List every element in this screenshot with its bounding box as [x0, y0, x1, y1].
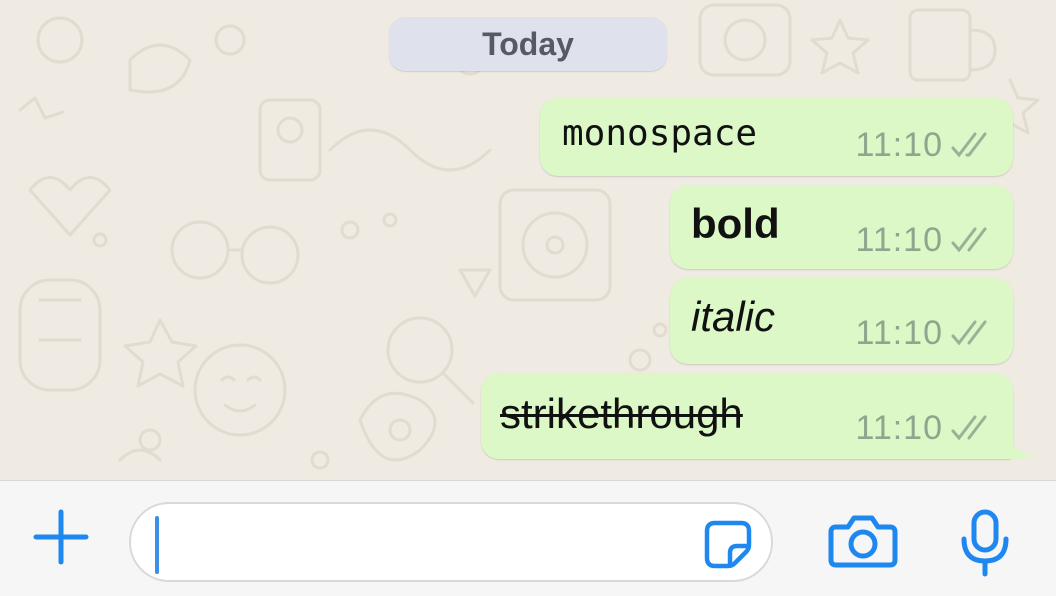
message-meta: 11:10: [855, 223, 995, 257]
sticker-icon[interactable]: [703, 519, 753, 569]
read-receipt-icon: [951, 415, 987, 441]
message-time: 11:10: [855, 126, 943, 164]
date-separator: Today: [389, 17, 667, 71]
composer-bar: [0, 480, 1056, 596]
message-meta: 11:10: [855, 316, 995, 350]
microphone-icon[interactable]: [960, 509, 1010, 577]
message-text: strikethrough: [500, 390, 743, 437]
message-time: 11:10: [855, 409, 943, 447]
read-receipt-icon: [951, 227, 987, 253]
text-caret: [155, 516, 159, 574]
message-bubble-italic[interactable]: italic 11:10: [670, 278, 1013, 364]
chat-area[interactable]: Today monospace 11:10 bold 11:10 italic …: [0, 0, 1056, 480]
message-meta: 11:10: [855, 411, 995, 445]
message-time: 11:10: [855, 314, 943, 352]
message-text: bold: [691, 200, 780, 247]
message-text: italic: [691, 293, 776, 340]
message-bubble-bold[interactable]: bold 11:10: [670, 185, 1013, 269]
message-input[interactable]: [129, 502, 773, 582]
message-bubble-monospace[interactable]: monospace 11:10: [540, 98, 1013, 176]
message-text: monospace: [562, 113, 758, 154]
read-receipt-icon: [951, 132, 987, 158]
camera-icon[interactable]: [828, 513, 898, 569]
plus-icon[interactable]: [30, 506, 92, 568]
read-receipt-icon: [951, 320, 987, 346]
message-time: 11:10: [855, 221, 943, 259]
message-bubble-strikethrough[interactable]: strikethrough 11:10: [481, 373, 1013, 459]
message-meta: 11:10: [855, 128, 995, 162]
bubble-tail: [1005, 429, 1037, 459]
